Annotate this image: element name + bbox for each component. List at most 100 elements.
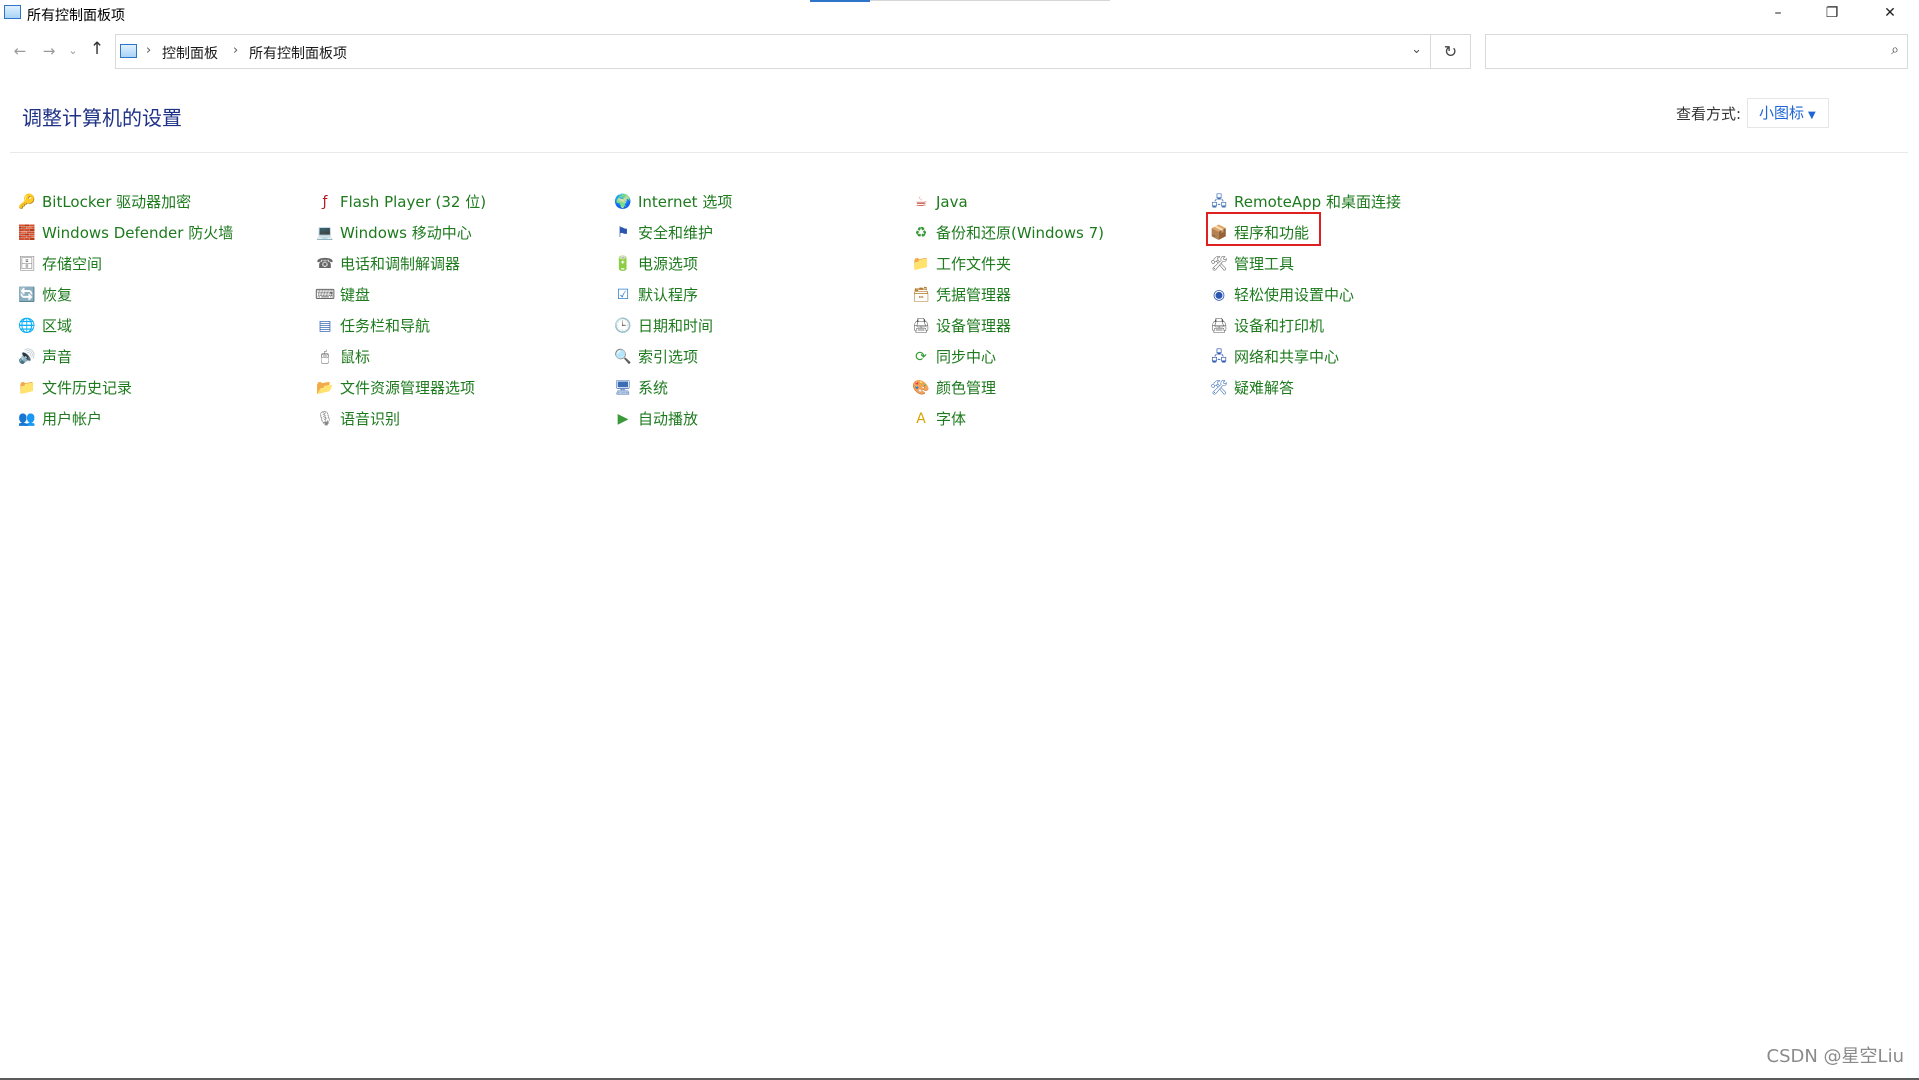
control-panel-item-label[interactable]: 任务栏和导航	[340, 315, 430, 336]
control-panel-item-label[interactable]: 凭据管理器	[936, 284, 1011, 305]
control-panel-item[interactable]: 🎙 语音识别	[316, 403, 606, 434]
control-panel-item-label[interactable]: 字体	[936, 408, 966, 429]
control-panel-item-label[interactable]: 同步中心	[936, 346, 996, 367]
search-icon[interactable]: ⌕	[1891, 42, 1899, 58]
control-panel-item-label[interactable]: 键盘	[340, 284, 370, 305]
control-panel-item[interactable]: ƒ Flash Player (32 位)	[316, 186, 606, 217]
phone-modem-icon[interactable]: ☎	[316, 255, 334, 273]
control-panel-item[interactable]: 📂 文件资源管理器选项	[316, 372, 606, 403]
control-panel-item[interactable]: 🖥 系统	[614, 372, 904, 403]
control-panel-item-label[interactable]: 设备和打印机	[1234, 315, 1324, 336]
internet-options-icon[interactable]: 🌍	[614, 193, 632, 211]
control-panel-item-label[interactable]: 疑难解答	[1234, 377, 1294, 398]
network-sharing-icon[interactable]: 🖧	[1210, 348, 1228, 366]
control-panel-item-label[interactable]: 索引选项	[638, 346, 698, 367]
minimize-button[interactable]: –	[1755, 0, 1801, 28]
backup-restore-icon[interactable]: ♻	[912, 224, 930, 242]
flag-icon[interactable]: ⚑	[614, 224, 632, 242]
ease-of-access-icon[interactable]: ◉	[1210, 286, 1228, 304]
control-panel-item-label[interactable]: 工作文件夹	[936, 253, 1011, 274]
control-panel-item[interactable]: ⚑ 安全和维护	[614, 217, 904, 248]
firewall-icon[interactable]: 🧱	[18, 224, 36, 242]
maximize-button[interactable]: ❐	[1809, 0, 1855, 28]
control-panel-item[interactable]: ☕ Java	[912, 186, 1202, 217]
sound-icon[interactable]: 🔊	[18, 348, 36, 366]
control-panel-item[interactable]: 🗃 凭据管理器	[912, 279, 1202, 310]
control-panel-item-label[interactable]: 语音识别	[340, 408, 400, 429]
device-manager-icon[interactable]: 🖨	[912, 317, 930, 335]
control-panel-item-label[interactable]: 轻松使用设置中心	[1234, 284, 1354, 305]
control-panel-item[interactable]: 🗄 存储空间	[18, 248, 308, 279]
control-panel-item[interactable]: 🖨 设备管理器	[912, 310, 1202, 341]
control-panel-item[interactable]: 🔄 恢复	[18, 279, 308, 310]
mobility-center-icon[interactable]: 💻	[316, 224, 334, 242]
control-panel-item[interactable]: 🎨 颜色管理	[912, 372, 1202, 403]
control-panel-item-label[interactable]: 管理工具	[1234, 253, 1294, 274]
control-panel-item[interactable]: 🛠 疑难解答	[1210, 372, 1500, 403]
power-options-icon[interactable]: 🔋	[614, 255, 632, 273]
chevron-down-icon[interactable]: ▼	[1808, 110, 1816, 121]
control-panel-item[interactable]: 🧱 Windows Defender 防火墙	[18, 217, 308, 248]
storage-icon[interactable]: 🗄	[18, 255, 36, 273]
key-icon[interactable]: 🔑	[18, 193, 36, 211]
java-icon[interactable]: ☕	[912, 193, 930, 211]
up-button[interactable]: ↑	[86, 39, 108, 59]
control-panel-item-label[interactable]: 恢复	[42, 284, 72, 305]
flash-player-icon[interactable]: ƒ	[316, 193, 334, 211]
folder-options-icon[interactable]: 📂	[316, 379, 334, 397]
control-panel-item-label[interactable]: 鼠标	[340, 346, 370, 367]
control-panel-item-label[interactable]: 日期和时间	[638, 315, 713, 336]
default-programs-icon[interactable]: ☑	[614, 286, 632, 304]
control-panel-item-label[interactable]: 用户帐户	[42, 408, 102, 429]
control-panel-item[interactable]: 🔊 声音	[18, 341, 308, 372]
sync-center-icon[interactable]: ⟳	[912, 348, 930, 366]
breadcrumb-control-panel[interactable]: 控制面板	[162, 43, 218, 63]
control-panel-item-label[interactable]: 颜色管理	[936, 377, 996, 398]
control-panel-item-label[interactable]: Windows Defender 防火墙	[42, 222, 233, 243]
close-button[interactable]: ✕	[1867, 0, 1913, 28]
control-panel-item[interactable]: ▶ 自动播放	[614, 403, 904, 434]
control-panel-item[interactable]: 🖨 设备和打印机	[1210, 310, 1500, 341]
breadcrumb-separator[interactable]: ›	[146, 43, 151, 58]
control-panel-item-label[interactable]: 存储空间	[42, 253, 102, 274]
refresh-button[interactable]: ↻	[1431, 34, 1471, 69]
control-panel-item-label[interactable]: 文件历史记录	[42, 377, 132, 398]
keyboard-icon[interactable]: ⌨	[315, 286, 335, 304]
control-panel-item[interactable]: 📁 文件历史记录	[18, 372, 308, 403]
breadcrumb-separator[interactable]: ›	[233, 43, 238, 58]
recent-locations-button[interactable]: ⌄	[62, 44, 84, 57]
control-panel-item[interactable]: ☑ 默认程序	[614, 279, 904, 310]
region-icon[interactable]: 🌐	[18, 317, 36, 335]
microphone-icon[interactable]: 🎙	[316, 410, 334, 428]
control-panel-item[interactable]: 🔑 BitLocker 驱动器加密	[18, 186, 308, 217]
control-panel-item[interactable]: A 字体	[912, 403, 1202, 434]
forward-button[interactable]: →	[38, 42, 60, 60]
autoplay-icon[interactable]: ▶	[614, 410, 632, 428]
control-panel-item[interactable]: ⟳ 同步中心	[912, 341, 1202, 372]
control-panel-item[interactable]: 🕒 日期和时间	[614, 310, 904, 341]
control-panel-item-label[interactable]: 区域	[42, 315, 72, 336]
admin-tools-icon[interactable]: 🛠	[1210, 255, 1228, 273]
control-panel-item-label[interactable]: Windows 移动中心	[340, 222, 472, 243]
recovery-icon[interactable]: 🔄	[18, 286, 36, 304]
control-panel-item[interactable]: ◉ 轻松使用设置中心	[1210, 279, 1500, 310]
mouse-icon[interactable]: 🖱	[316, 348, 334, 366]
remoteapp-icon[interactable]: 🖧	[1210, 193, 1228, 211]
control-panel-item-label[interactable]: 电话和调制解调器	[340, 253, 460, 274]
file-history-icon[interactable]: 📁	[18, 379, 36, 397]
breadcrumb-all-items[interactable]: 所有控制面板项	[249, 43, 347, 63]
control-panel-item[interactable]: 🛠 管理工具	[1210, 248, 1500, 279]
control-panel-item-label[interactable]: Flash Player (32 位)	[340, 191, 486, 212]
work-folders-icon[interactable]: 📁	[912, 255, 930, 273]
address-dropdown-icon[interactable]: ⌄	[1411, 42, 1422, 57]
devices-printers-icon[interactable]: 🖨	[1210, 317, 1228, 335]
control-panel-item[interactable]: ♻ 备份和还原(Windows 7)	[912, 217, 1202, 248]
control-panel-item[interactable]: 🌐 区域	[18, 310, 308, 341]
troubleshooting-icon[interactable]: 🛠	[1210, 379, 1228, 397]
control-panel-item-label[interactable]: BitLocker 驱动器加密	[42, 191, 191, 212]
date-time-icon[interactable]: 🕒	[614, 317, 632, 335]
control-panel-item[interactable]: 📁 工作文件夹	[912, 248, 1202, 279]
color-management-icon[interactable]: 🎨	[912, 379, 930, 397]
control-panel-item-label[interactable]: 电源选项	[638, 253, 698, 274]
address-bar[interactable]: › 控制面板 › 所有控制面板项 ⌄	[115, 34, 1431, 69]
